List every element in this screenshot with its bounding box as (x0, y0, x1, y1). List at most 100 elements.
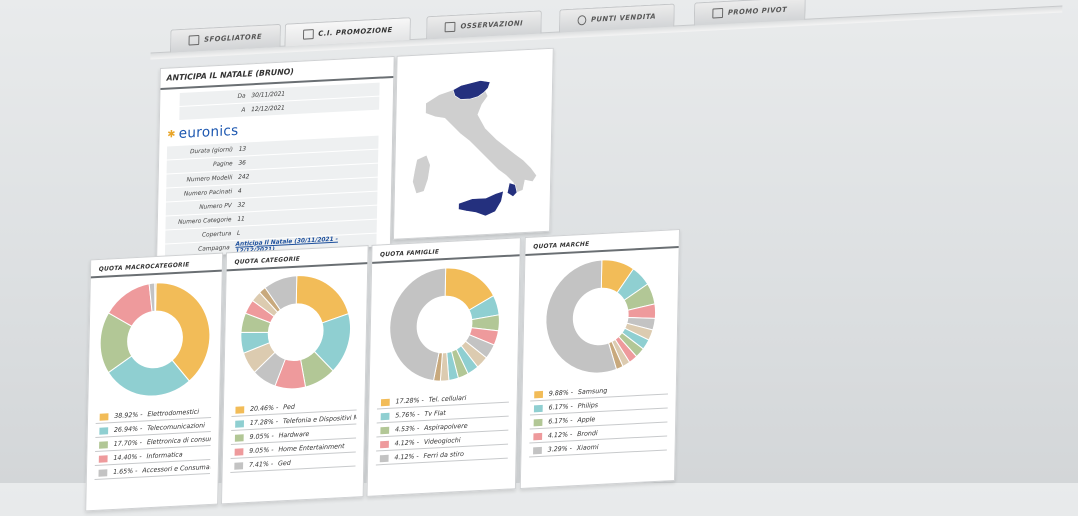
promotion-info-panel: ANTICIPA IL NATALE (BRUNO) Da 30/11/2021… (156, 55, 395, 259)
map-region-sicily[interactable] (458, 190, 504, 217)
legend-swatch (235, 419, 245, 428)
legend-swatch (380, 440, 389, 448)
legend-percent: 9.05% - (249, 431, 274, 441)
field-label: Copertura (201, 230, 232, 239)
legend-label: Tv Flat (424, 408, 446, 418)
star-icon: ✱ (167, 128, 176, 141)
field-value: 36 (238, 159, 246, 167)
legend-percent: 14.40% - (113, 452, 142, 462)
legend-percent: 7.41% - (248, 459, 274, 469)
legend-percent: 4.12% - (394, 452, 419, 462)
legend-percent: 4.53% - (394, 424, 420, 434)
field-label: Pagine (212, 160, 233, 169)
legend-swatch (533, 404, 543, 412)
legend-percent: 38.92% - (114, 410, 143, 420)
chart-card-marche: QUOTA MARCHE 9.88% - Samsung 6.17% - Philip… (519, 229, 680, 489)
legend-label: Elettronica di consumo (146, 434, 211, 447)
brand-name: euronics (178, 122, 239, 142)
legend-label: Samsung (577, 386, 608, 397)
date-from-value: 30/11/2021 (251, 90, 286, 100)
chart-card-categorie: QUOTA CATEGORIE 20.46% - Ped 17.28% - Telef… (221, 245, 369, 505)
legend-percent: 20.46% - (249, 403, 279, 413)
legend-label: Xiaomi (576, 442, 599, 453)
field-value: 242 (238, 173, 250, 181)
legend-percent: 3.29% - (547, 444, 573, 454)
donut-chart (99, 282, 211, 397)
italy-map-panel (392, 47, 554, 240)
legend-swatch (533, 446, 542, 454)
legend-swatch (98, 454, 108, 463)
legend-swatch (234, 447, 244, 456)
legend-percent: 5.76% - (395, 410, 420, 420)
chart-card-famiglie: QUOTA FAMIGLIE 17.28% - Tel. cellulari 5.7… (366, 237, 521, 497)
legend-label: Tel. cellulari (428, 393, 467, 404)
legend-percent: 17.28% - (395, 396, 424, 406)
legend-swatch (534, 390, 544, 398)
legend-label: Ped (283, 402, 295, 412)
tab-label: SFOGLIATORE (204, 32, 263, 44)
legend-swatch (380, 426, 390, 434)
donut-slice[interactable] (154, 282, 157, 312)
field-value: L (237, 229, 241, 237)
legend-percent: 1.65% - (113, 466, 138, 476)
legend-label: Accessori e Consumabili (142, 462, 211, 475)
tab-label: PROMO PIVOT (727, 5, 788, 17)
field-value: 11 (237, 215, 245, 223)
legend-label: Ged (278, 458, 291, 468)
field-label: Numero PV (199, 202, 232, 211)
field-label: Numero Modelli (186, 174, 233, 184)
notes-icon (444, 21, 456, 33)
field-value: 13 (238, 145, 247, 153)
book-icon (188, 35, 200, 46)
legend-label: Videogiochi (423, 436, 461, 446)
legend-swatch (235, 405, 245, 414)
legend-swatch (99, 426, 109, 435)
donut-chart (389, 267, 500, 382)
donut-chart (240, 275, 351, 390)
field-value: 4 (237, 187, 242, 195)
map-region-mainland[interactable] (424, 85, 539, 197)
chart-legend: 9.88% - Samsung 6.17% - Philips 6.17% - Apple… (529, 380, 669, 458)
legend-percent: 9.88% - (548, 388, 574, 398)
field-value: 32 (237, 201, 246, 209)
legend-swatch (380, 398, 390, 406)
date-to-value: 12/12/2021 (251, 104, 285, 114)
tab-label: OSSERVAZIONI (460, 19, 524, 31)
chart-legend: 38.92% - Elettrodomestici 26.94% - Telecomu… (94, 404, 212, 480)
legend-label: Elettrodomestici (147, 407, 200, 419)
legend-swatch (99, 440, 108, 449)
field-label: Durata (giorni) (189, 146, 234, 156)
legend-percent: 6.17% - (548, 402, 573, 412)
donut-chart (545, 259, 657, 374)
legend-swatch (234, 461, 244, 470)
legend-swatch (379, 454, 389, 462)
field-label: Numero Categorie (178, 216, 232, 226)
legend-percent: 26.94% - (113, 424, 143, 434)
map-region-sardinia[interactable] (412, 154, 431, 195)
legend-swatch (99, 412, 109, 421)
legend-label: Telefonia e Dispositivi Mobili (282, 412, 357, 426)
legend-swatch (98, 468, 108, 477)
user-icon (577, 15, 587, 26)
table-icon (712, 8, 724, 19)
legend-label: Home Entertainment (278, 442, 345, 454)
tab-label: C.I. PROMOZIONE (318, 26, 393, 38)
legend-label: Philips (577, 401, 599, 411)
date-from-label: Da (237, 92, 246, 100)
legend-label: Brondi (577, 429, 598, 439)
legend-percent: 4.12% - (547, 430, 573, 440)
app-screen: SFOGLIATORE C.I. PROMOZIONE OSSERVAZIONI… (0, 0, 1063, 512)
legend-percent: 4.12% - (394, 438, 420, 448)
legend-swatch (380, 412, 390, 420)
legend-percent: 9.05% - (249, 445, 274, 455)
card-icon (302, 29, 314, 40)
legend-swatch (533, 418, 543, 426)
legend-swatch (234, 433, 244, 442)
legend-percent: 17.70% - (113, 438, 143, 448)
italy-map (412, 80, 539, 217)
promotion-fields: Durata (giorni) 13 Pagine 36 Numero Modell… (157, 135, 392, 258)
legend-label: Hardware (278, 429, 310, 440)
chart-card-macrocategorie: QUOTA MACROCATEGORIE 38.92% - Elettrodome… (85, 252, 224, 512)
legend-label: Ferri da stiro (423, 449, 464, 460)
legend-percent: 17.28% - (249, 417, 279, 427)
